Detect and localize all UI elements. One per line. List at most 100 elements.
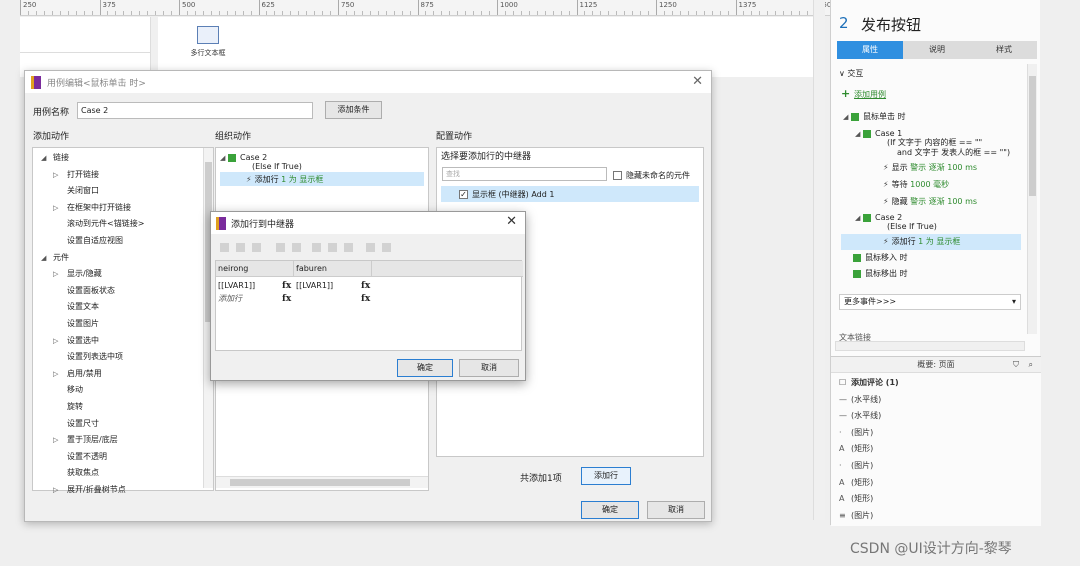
action-item[interactable]: 关闭窗口: [53, 185, 99, 196]
search-icon[interactable]: ⌕: [1029, 357, 1033, 373]
ruler-minor-tick: [473, 11, 475, 15]
action-item[interactable]: ▷ 展开/折叠树节点: [53, 484, 126, 496]
tab-style[interactable]: 样式: [971, 41, 1037, 59]
delete-row-icon[interactable]: [252, 243, 261, 252]
close-icon[interactable]: ✕: [692, 74, 703, 89]
outline-item[interactable]: — (水平线): [839, 394, 881, 406]
repeater-search-input[interactable]: 查找: [442, 167, 607, 181]
action-add-rows[interactable]: ⚡ 添加行 1 为 显示框: [883, 236, 960, 248]
outline-item[interactable]: A (矩形): [839, 493, 873, 505]
action-item[interactable]: 设置面板状态: [53, 285, 115, 296]
fx-icon[interactable]: fx: [361, 280, 370, 292]
tab-properties[interactable]: 属性: [837, 41, 903, 59]
insert-column-left-icon[interactable]: [312, 243, 321, 252]
ruler-minor-tick: [671, 11, 673, 15]
inspector-hscrollbar[interactable]: [835, 341, 1025, 351]
widget-type-icon: ☐: [839, 378, 847, 387]
action-show[interactable]: ⚡ 显示 警示 逐渐 100 ms: [883, 162, 977, 174]
ruler-minor-tick: [218, 11, 220, 15]
action-item[interactable]: 设置列表选中项: [53, 351, 123, 362]
widget-name[interactable]: 发布按钮: [861, 14, 921, 35]
action-item[interactable]: ▷ 在框架中打开链接: [53, 202, 131, 214]
ruler-minor-tick: [194, 11, 196, 15]
grid-cell[interactable]: [[LVAR1]]: [218, 280, 255, 292]
insert-column-right-icon[interactable]: [328, 243, 337, 252]
action-item[interactable]: ▷ 启用/禁用: [53, 368, 102, 380]
add-condition-button[interactable]: 添加条件: [325, 101, 382, 119]
action-hide[interactable]: ⚡ 隐藏 警示 逐渐 100 ms: [883, 196, 977, 208]
outline-item[interactable]: — (水平线): [839, 410, 881, 422]
cancel-button[interactable]: 取消: [647, 501, 705, 519]
outline-item[interactable]: A (矩形): [839, 443, 873, 455]
ok-button[interactable]: 确定: [397, 359, 453, 377]
action-category[interactable]: ◢ 元件: [41, 252, 69, 264]
fx-icon[interactable]: fx: [361, 293, 370, 305]
cancel-button[interactable]: 取消: [459, 359, 519, 377]
horizontal-ruler: 25037550062575087510001125125013751500: [20, 0, 830, 16]
canvas-divider: [20, 52, 150, 53]
case-name-input[interactable]: Case 2: [77, 102, 313, 119]
outline-item[interactable]: A (矩形): [839, 477, 873, 489]
action-item[interactable]: ▷ 设置选中: [53, 335, 99, 347]
insert-row-above-icon[interactable]: [220, 243, 229, 252]
add-case-link[interactable]: + 添加用例: [841, 88, 886, 101]
outline-item[interactable]: · (图片): [839, 460, 873, 472]
action-item[interactable]: ▷ 打开链接: [53, 169, 99, 181]
insert-row-below-icon[interactable]: [236, 243, 245, 252]
ruler-minor-tick: [27, 11, 29, 15]
action-item[interactable]: 旋转: [53, 401, 83, 412]
event-mouseleave[interactable]: 鼠标移出 时: [853, 268, 908, 280]
action-item[interactable]: 设置自适应视图: [53, 235, 123, 246]
outline-item[interactable]: ≡ (图片): [839, 510, 873, 522]
grid-cell[interactable]: [[LVAR1]]: [296, 280, 333, 292]
more-events-dropdown[interactable]: 更多事件>>> ▾: [839, 294, 1021, 310]
event-onclick[interactable]: ◢ 鼠标单击 时: [843, 111, 906, 123]
interaction-section[interactable]: ∨ 交互: [839, 68, 863, 80]
action-item[interactable]: 设置文本: [53, 301, 99, 312]
add-row-cell[interactable]: 添加行: [218, 293, 242, 305]
tab-notes[interactable]: 说明: [903, 41, 971, 59]
organize-hscrollbar[interactable]: [216, 476, 428, 488]
event-mouseenter[interactable]: 鼠标移入 时: [853, 252, 908, 264]
fx-icon[interactable]: fx: [282, 293, 291, 305]
dialog-titlebar: 用例编辑<鼠标单击 时> ✕: [25, 71, 711, 93]
ruler-label: 1375: [735, 0, 756, 15]
case-2-condition: (Else If True): [887, 222, 937, 231]
outline-item[interactable]: ☐ 添加评论 (1): [839, 377, 899, 389]
textarea-widget[interactable]: 多行文本框: [178, 22, 238, 68]
repeater-item[interactable]: ✓ 显示框 (中继器) Add 1: [459, 189, 554, 200]
move-right-icon[interactable]: [382, 243, 391, 252]
ruler-minor-tick: [695, 11, 697, 15]
action-item[interactable]: 移动: [53, 384, 83, 395]
add-rows-button[interactable]: 添加行: [581, 467, 631, 485]
move-up-icon[interactable]: [276, 243, 285, 252]
delete-column-icon[interactable]: [344, 243, 353, 252]
action-item[interactable]: 设置不透明: [53, 451, 107, 462]
action-item[interactable]: 设置尺寸: [53, 418, 99, 429]
move-down-icon[interactable]: [292, 243, 301, 252]
lightning-icon: ⚡: [883, 163, 889, 172]
main-vertical-scrollbar[interactable]: [813, 0, 825, 520]
action-item[interactable]: 滚动到元件<锚链接>: [53, 218, 144, 229]
added-count-label: 共添加1项: [520, 474, 562, 484]
action-item[interactable]: ▷ 显示/隐藏: [53, 268, 102, 280]
org-action-add-rows[interactable]: ⚡ 添加行 1 为 显示框: [246, 174, 323, 185]
canvas-scrollbar[interactable]: [150, 17, 158, 71]
ok-button[interactable]: 确定: [581, 501, 639, 519]
inspector-scrollbar[interactable]: [1027, 64, 1037, 334]
action-item[interactable]: ▷ 置于顶层/底层: [53, 434, 118, 446]
move-left-icon[interactable]: [366, 243, 375, 252]
outline-item[interactable]: · (图片): [839, 427, 873, 439]
filter-icon[interactable]: ⛉: [1013, 357, 1019, 373]
action-item[interactable]: 获取焦点: [53, 467, 99, 478]
expand-icon: ▷: [53, 436, 59, 445]
close-icon[interactable]: ✕: [506, 214, 517, 229]
action-wait[interactable]: ⚡ 等待 1000 毫秒: [883, 179, 949, 191]
fx-icon[interactable]: fx: [282, 280, 291, 292]
hide-unnamed-checkbox[interactable]: 隐藏未命名的元件: [613, 170, 690, 181]
design-canvas[interactable]: [20, 17, 825, 77]
action-item[interactable]: 设置图片: [53, 318, 99, 329]
ruler-minor-tick: [616, 11, 618, 15]
action-category[interactable]: ◢ 链接: [41, 152, 69, 164]
config-title: 选择要添加行的中继器: [441, 152, 532, 162]
